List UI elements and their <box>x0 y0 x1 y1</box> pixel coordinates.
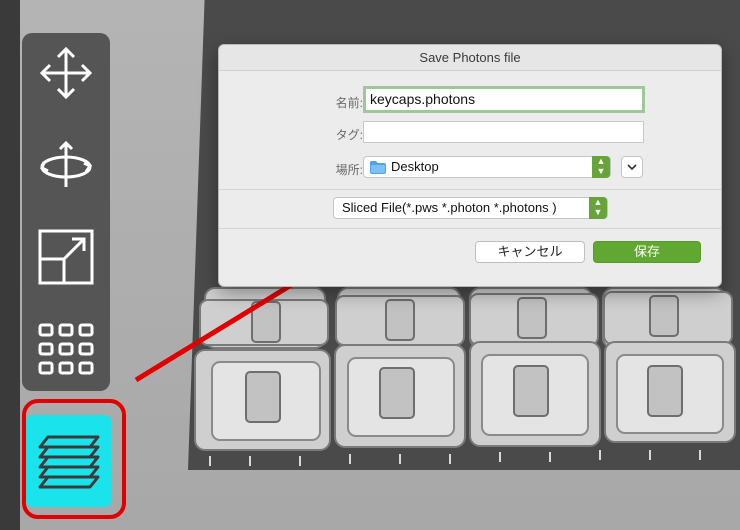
move-icon <box>39 46 93 100</box>
expand-dialog-button[interactable] <box>621 156 643 178</box>
tags-input[interactable] <box>363 121 644 143</box>
rotate-tool-button[interactable] <box>32 131 100 199</box>
arrange-grid-icon <box>38 323 94 375</box>
cancel-button[interactable]: キャンセル <box>475 241 585 263</box>
file-format-value: Sliced File(*.pws *.photon *.photons ) <box>342 200 557 215</box>
scale-icon <box>38 229 94 285</box>
dialog-title: Save Photons file <box>219 45 721 71</box>
location-select[interactable]: Desktop ▲ ▼ <box>363 156 611 178</box>
name-label: 名前: <box>335 96 363 110</box>
location-label: 場所: <box>335 163 363 177</box>
arrange-tool-button[interactable] <box>32 315 100 383</box>
scale-tool-button[interactable] <box>32 223 100 291</box>
rotate-icon <box>40 140 93 187</box>
chevron-down-icon <box>627 163 637 170</box>
highlight-annotation-box <box>22 399 126 519</box>
move-tool-button[interactable] <box>32 39 100 107</box>
tags-label: タグ: <box>335 128 363 142</box>
window-edge <box>0 0 20 530</box>
save-file-dialog: Save Photons file 名前: keycaps.photons タグ… <box>218 44 722 287</box>
file-format-select[interactable]: Sliced File(*.pws *.photon *.photons ) ▲… <box>333 197 608 219</box>
format-stepper-icon: ▲ ▼ <box>589 197 607 219</box>
location-value: Desktop <box>391 159 439 174</box>
save-button[interactable]: 保存 <box>593 241 701 263</box>
filename-input[interactable]: keycaps.photons <box>363 86 645 113</box>
dialog-divider <box>219 189 721 190</box>
folder-icon <box>370 161 386 174</box>
location-stepper-icon: ▲ ▼ <box>592 156 610 178</box>
left-toolbar <box>22 33 110 391</box>
dialog-divider-bottom <box>219 228 721 229</box>
